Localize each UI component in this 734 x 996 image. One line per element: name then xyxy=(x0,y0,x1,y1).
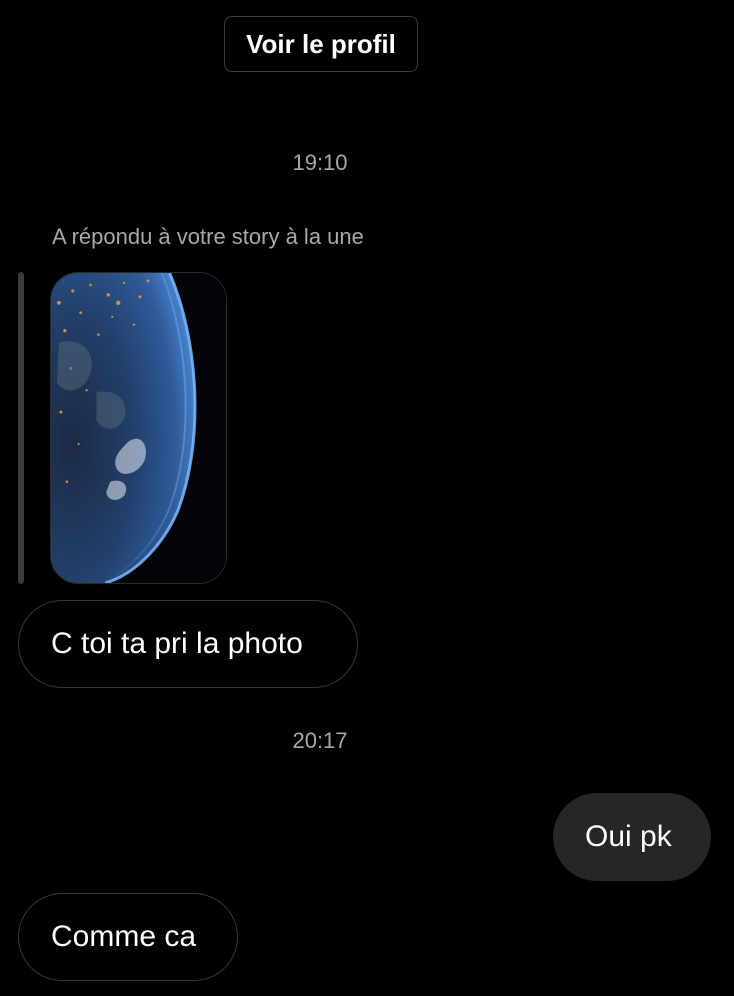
message-timestamp: 19:10 xyxy=(292,150,348,175)
story-thumbnail[interactable] xyxy=(50,272,227,584)
message-text: Oui pk xyxy=(585,820,672,853)
message-text: Comme ca xyxy=(51,920,197,953)
dm-thread-screen: Voir le profil 19:10 A répondu à votre s… xyxy=(0,0,734,996)
incoming-message-bubble[interactable]: C toi ta pri la photo xyxy=(18,600,358,688)
incoming-message-bubble[interactable]: Comme ca xyxy=(18,893,238,981)
reply-indicator-bar xyxy=(18,272,24,584)
message-text: C toi ta pri la photo xyxy=(51,627,303,660)
message-timestamp: 20:17 xyxy=(292,728,348,753)
view-profile-button[interactable]: Voir le profil xyxy=(224,16,418,72)
outgoing-message-bubble[interactable]: Oui pk xyxy=(553,793,711,881)
earth-image-icon xyxy=(51,273,226,583)
story-reply-label: A répondu à votre story à la une xyxy=(52,224,364,249)
